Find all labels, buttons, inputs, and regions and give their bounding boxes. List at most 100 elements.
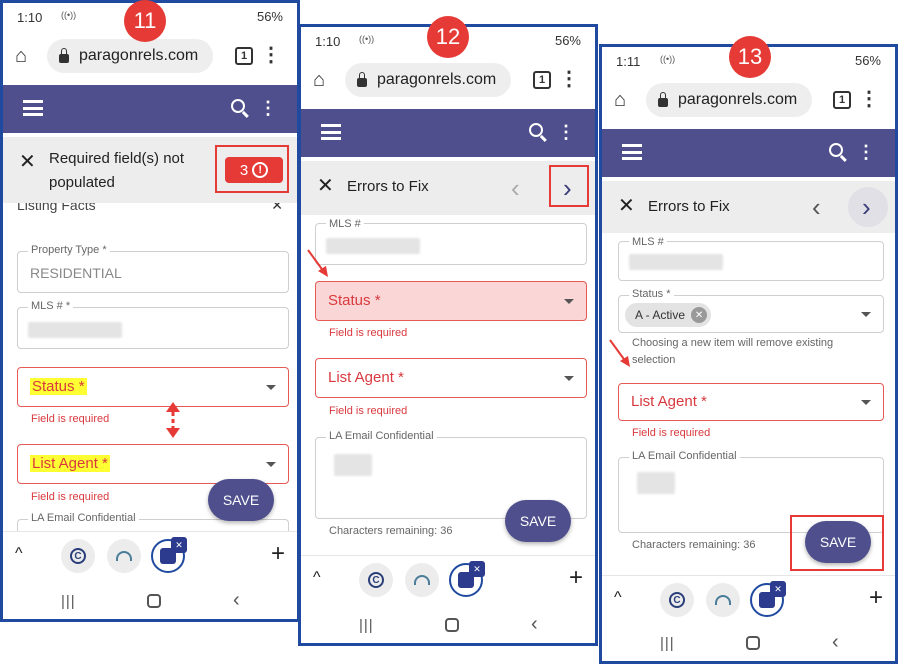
recents-icon[interactable]: |||	[359, 617, 374, 634]
more-icon[interactable]: ⋮	[559, 67, 579, 91]
menu-icon[interactable]	[23, 100, 43, 116]
url-bar[interactable]: paragonrels.com	[345, 63, 511, 97]
app-bar: ⋮	[301, 109, 595, 157]
status-note: Choosing a new item will remove existing…	[632, 337, 834, 366]
app-bubble[interactable]	[405, 563, 439, 597]
recents-icon[interactable]: |||	[660, 635, 675, 652]
mls-field[interactable]: MLS #	[315, 218, 587, 265]
url-bar[interactable]: paragonrels.com	[646, 83, 812, 117]
field-label: MLS #	[629, 236, 667, 248]
search-icon[interactable]	[231, 99, 245, 113]
chars-remaining: Characters remaining: 36	[329, 525, 453, 537]
lock-icon	[357, 71, 367, 87]
battery: 56%	[555, 33, 581, 48]
save-button[interactable]: SAVE	[505, 500, 571, 542]
search-icon[interactable]	[829, 143, 843, 157]
system-nav: ||| ‹	[602, 625, 895, 661]
tabs-icon[interactable]: 1	[235, 47, 253, 65]
remove-icon[interactable]: ✕	[691, 307, 708, 323]
back-icon[interactable]: ‹	[233, 589, 240, 612]
more-icon[interactable]: ⋮	[859, 87, 879, 111]
more-icon[interactable]: ⋮	[557, 121, 575, 143]
save-button[interactable]: SAVE	[208, 479, 274, 521]
plus-icon[interactable]: +	[271, 540, 285, 568]
list-agent-select[interactable]: List Agent *	[618, 383, 884, 421]
home-nav-icon[interactable]	[445, 618, 459, 632]
back-icon[interactable]: ‹	[832, 631, 839, 654]
home-nav-icon[interactable]	[746, 636, 760, 650]
app-bubble[interactable]: C	[359, 563, 393, 597]
app-bubble-active[interactable]: ✕	[750, 581, 786, 617]
close-icon[interactable]: ✕	[469, 561, 485, 577]
list-agent-label: List Agent *	[30, 455, 110, 472]
highlight-box	[790, 515, 884, 571]
home-nav-icon[interactable]	[147, 594, 161, 608]
plus-icon[interactable]: +	[869, 584, 883, 612]
close-icon[interactable]: ✕	[19, 149, 36, 174]
menu-icon[interactable]	[321, 124, 341, 140]
tabs-icon[interactable]: 1	[833, 91, 851, 109]
more-icon[interactable]: ⋮	[259, 97, 277, 119]
clock: 1:10	[315, 34, 341, 49]
search-icon[interactable]	[529, 123, 543, 137]
errors-title: Errors to Fix	[648, 198, 730, 215]
property-type-field[interactable]: Property Type * RESIDENTIAL	[17, 244, 289, 293]
more-icon[interactable]: ⋮	[261, 43, 281, 67]
close-icon[interactable]: ✕	[770, 581, 786, 597]
chevron-left-icon[interactable]: ‹	[511, 175, 520, 201]
chevron-right-icon[interactable]: ›	[862, 194, 871, 220]
app-bubble[interactable]	[107, 539, 141, 573]
field-label: Status *	[629, 288, 674, 300]
recents-icon[interactable]: |||	[61, 593, 76, 610]
status-error: Field is required	[31, 413, 110, 425]
gauge-icon	[414, 575, 430, 585]
home-icon[interactable]: ⌂	[614, 89, 636, 111]
app-bubble-active[interactable]: ✕	[449, 561, 485, 597]
close-icon[interactable]: ✕	[317, 173, 334, 198]
home-icon[interactable]: ⌂	[313, 69, 335, 91]
chevron-left-icon[interactable]: ‹	[812, 194, 821, 220]
close-icon[interactable]: ✕	[271, 203, 283, 214]
battery-level: 56%	[854, 53, 881, 68]
close-icon[interactable]: ✕	[171, 537, 187, 553]
list-agent-select[interactable]: List Agent *	[315, 358, 587, 398]
status-select[interactable]: Status * A - Active ✕	[618, 288, 884, 333]
tabs-icon[interactable]: 1	[533, 71, 551, 89]
list-agent-select[interactable]: List Agent *	[17, 444, 289, 484]
chevron-up-icon[interactable]: ^	[15, 545, 23, 563]
status-select[interactable]: Status *	[17, 367, 289, 407]
error-message: Required field(s) not populated	[49, 150, 185, 191]
list-agent-label: List Agent *	[328, 369, 404, 386]
clock: 1:10	[17, 10, 43, 25]
plus-icon[interactable]: +	[569, 564, 583, 592]
url-bar[interactable]: paragonrels.com	[47, 39, 213, 73]
home-icon[interactable]: ⌂	[15, 45, 37, 67]
back-icon[interactable]: ‹	[531, 613, 538, 636]
gauge-icon	[116, 551, 132, 561]
phone-screen-11: 1:10 ((•)) 56% ⌂ paragonrels.com 1 ⋮ ⋮ ✕…	[0, 0, 300, 622]
chevron-up-icon[interactable]: ^	[614, 589, 622, 607]
chevron-down-icon	[861, 312, 871, 317]
c-icon: C	[669, 592, 685, 608]
status-chip[interactable]: A - Active ✕	[625, 303, 712, 327]
mls-field[interactable]: MLS #	[618, 236, 884, 281]
c-icon: C	[70, 548, 86, 564]
clock: 1:11	[616, 54, 641, 69]
chevron-up-icon[interactable]: ^	[313, 569, 321, 587]
list-agent-label: List Agent *	[631, 393, 707, 410]
status-select[interactable]: Status *	[315, 281, 587, 321]
app-bar: ⋮	[602, 129, 895, 177]
app-bubble-active[interactable]: ✕	[151, 537, 187, 573]
errors-to-fix-bar: ✕ Errors to Fix ‹ ›	[602, 181, 895, 233]
app-bubble[interactable]	[706, 583, 740, 617]
field-label: Status *	[30, 378, 87, 395]
redacted-value	[637, 472, 675, 494]
close-icon[interactable]: ✕	[618, 193, 635, 218]
menu-icon[interactable]	[622, 144, 642, 160]
mls-field[interactable]: MLS # *	[17, 300, 289, 349]
pointer-arrow-annotation	[609, 339, 630, 367]
more-icon[interactable]: ⋮	[857, 141, 875, 163]
app-bubble[interactable]: C	[660, 583, 694, 617]
app-bubble[interactable]: C	[61, 539, 95, 573]
redacted-value	[629, 254, 723, 270]
